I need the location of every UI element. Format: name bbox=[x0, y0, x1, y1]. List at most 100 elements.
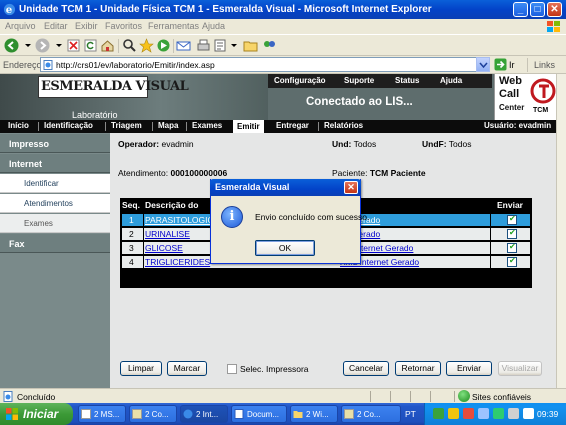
windows-logo-icon bbox=[547, 21, 560, 32]
nav-triagem[interactable]: Triagem bbox=[111, 121, 142, 130]
enviar-button[interactable]: Enviar bbox=[446, 361, 492, 376]
home-icon[interactable] bbox=[100, 38, 115, 53]
forward-dropdown-icon[interactable] bbox=[55, 38, 63, 53]
language-indicator[interactable]: PT bbox=[405, 409, 416, 419]
close-button[interactable]: ✕ bbox=[547, 2, 562, 17]
sidebar-item-exames[interactable]: Exames bbox=[0, 214, 110, 233]
topnav-suporte[interactable]: Suporte bbox=[344, 76, 374, 85]
folder-icon[interactable] bbox=[243, 38, 258, 53]
taskbar-item[interactable]: 2 Co... bbox=[129, 405, 177, 423]
top-nav: Configuração Suporte Status Ajuda bbox=[268, 74, 492, 88]
address-dropdown-button[interactable] bbox=[476, 57, 490, 72]
mail-icon[interactable] bbox=[176, 38, 191, 53]
media-icon[interactable] bbox=[156, 38, 171, 53]
tray-app-icon[interactable] bbox=[523, 408, 534, 419]
paciente-info: Paciente: TCM Paciente bbox=[332, 168, 426, 178]
row-seq: 4 bbox=[129, 257, 134, 267]
taskbar-item[interactable]: 2 Wi... bbox=[290, 405, 338, 423]
start-button[interactable]: Iniciar bbox=[0, 403, 73, 425]
ie-icon: e bbox=[3, 3, 16, 16]
tray-app-icon[interactable] bbox=[463, 408, 474, 419]
sidebar-section-impresso[interactable]: Impresso bbox=[0, 134, 110, 153]
nav-exames[interactable]: Exames bbox=[192, 121, 222, 130]
und-info: Und: Todos bbox=[332, 139, 376, 149]
row-descricao-link[interactable]: GLICOSE bbox=[145, 243, 183, 253]
print-icon[interactable] bbox=[196, 38, 211, 53]
row-enviar-checkbox[interactable] bbox=[507, 228, 517, 239]
refresh-icon[interactable] bbox=[83, 38, 98, 53]
tray-app-icon[interactable] bbox=[433, 408, 444, 419]
row-descricao-link[interactable]: URINALISE bbox=[145, 229, 190, 239]
menu-favoritos[interactable]: Favoritos bbox=[105, 21, 142, 31]
retornar-button[interactable]: Retornar bbox=[395, 361, 441, 376]
tray-app-icon[interactable] bbox=[448, 408, 459, 419]
sidebar-item-atendimentos[interactable]: Atendimentos bbox=[0, 194, 110, 213]
vertical-scrollbar[interactable] bbox=[556, 74, 566, 388]
nav-mapa[interactable]: Mapa bbox=[158, 121, 178, 130]
window-title-bar[interactable]: e Unidade TCM 1 - Unidade Física TCM 1 -… bbox=[0, 0, 566, 19]
row-enviar-checkbox[interactable] bbox=[507, 256, 517, 267]
sidebar-section-fax[interactable]: Fax bbox=[0, 234, 110, 253]
menu-exibir[interactable]: Exibir bbox=[75, 21, 98, 31]
undf-value: Todos bbox=[448, 139, 472, 149]
row-enviar-checkbox[interactable] bbox=[507, 214, 517, 225]
status-divider bbox=[454, 391, 455, 402]
taskbar-item-active[interactable]: 2 Int... bbox=[180, 405, 228, 423]
menu-ferramentas[interactable]: Ferramentas bbox=[148, 21, 199, 31]
links-button[interactable]: Links bbox=[534, 60, 555, 70]
selec-impressora-checkbox[interactable] bbox=[227, 364, 237, 374]
stop-icon[interactable] bbox=[66, 38, 81, 53]
maximize-button[interactable]: □ bbox=[530, 2, 545, 17]
favorites-icon[interactable] bbox=[139, 38, 154, 53]
forward-icon[interactable] bbox=[35, 38, 50, 53]
row-enviar-checkbox[interactable] bbox=[507, 242, 517, 253]
nav-inicio[interactable]: Início bbox=[8, 121, 29, 130]
address-label: Endereço bbox=[3, 60, 42, 70]
topnav-status[interactable]: Status bbox=[395, 76, 419, 85]
webcall-line-2: Call bbox=[499, 88, 520, 100]
cancelar-button[interactable]: Cancelar bbox=[343, 361, 389, 376]
minimize-button[interactable]: _ bbox=[513, 2, 528, 17]
sidebar-item-identificar[interactable]: Identificar bbox=[0, 174, 110, 193]
menu-arquivo[interactable]: Arquivo bbox=[5, 21, 36, 31]
dialog-close-button[interactable]: ✕ bbox=[344, 181, 358, 194]
logo-area: ESMERALDA VISUAL Laboratório bbox=[0, 74, 268, 120]
sidebar: Impresso Internet Identificar Atendiment… bbox=[0, 133, 110, 388]
edit-icon[interactable] bbox=[213, 38, 228, 53]
dialog-ok-button[interactable]: OK bbox=[255, 240, 315, 256]
menu-ajuda[interactable]: Ajuda bbox=[202, 21, 225, 31]
topnav-configuracao[interactable]: Configuração bbox=[274, 76, 326, 85]
topnav-ajuda[interactable]: Ajuda bbox=[440, 76, 462, 85]
toolbar-divider bbox=[527, 58, 528, 72]
toolbar-divider bbox=[118, 39, 119, 53]
taskbar-item[interactable]: 2 MS... bbox=[78, 405, 126, 423]
row-descricao-link[interactable]: PARASITOLOGIC bbox=[145, 215, 214, 225]
clock[interactable]: 09:39 bbox=[537, 409, 558, 419]
webcall-center-link[interactable]: Web Call Center TCM bbox=[494, 74, 556, 120]
row-descricao-link[interactable]: TRIGLICERIDES bbox=[145, 257, 210, 267]
back-icon[interactable] bbox=[4, 38, 19, 53]
visualizar-button[interactable]: Visualizar bbox=[498, 361, 542, 376]
address-input[interactable]: http://crs01/ev/laboratorio/Emitir/index… bbox=[40, 57, 486, 72]
browser-toolbar bbox=[0, 34, 566, 56]
taskbar-item[interactable]: 2 Co... bbox=[341, 405, 401, 423]
undf-label: UndF: bbox=[422, 139, 447, 149]
ie-icon bbox=[183, 409, 193, 419]
messenger-icon[interactable] bbox=[262, 38, 277, 53]
back-dropdown-icon[interactable] bbox=[24, 38, 32, 53]
dialog-title[interactable]: Esmeralda Visual bbox=[210, 179, 361, 196]
tray-app-icon[interactable] bbox=[478, 408, 489, 419]
marcar-button[interactable]: Marcar bbox=[167, 361, 207, 376]
nav-emitir[interactable]: Emitir bbox=[233, 120, 264, 133]
nav-relatorios[interactable]: Relatórios bbox=[324, 121, 363, 130]
tray-app-icon[interactable] bbox=[493, 408, 504, 419]
search-icon[interactable] bbox=[122, 38, 137, 53]
nav-entregar[interactable]: Entregar bbox=[276, 121, 309, 130]
edit-dropdown-icon[interactable] bbox=[230, 38, 238, 53]
tray-app-icon[interactable] bbox=[508, 408, 519, 419]
taskbar-item[interactable]: Docum... bbox=[231, 405, 287, 423]
nav-identificacao[interactable]: Identificação bbox=[44, 121, 93, 130]
menu-editar[interactable]: Editar bbox=[44, 21, 68, 31]
sidebar-section-internet[interactable]: Internet bbox=[0, 154, 110, 173]
limpar-button[interactable]: Limpar bbox=[120, 361, 162, 376]
